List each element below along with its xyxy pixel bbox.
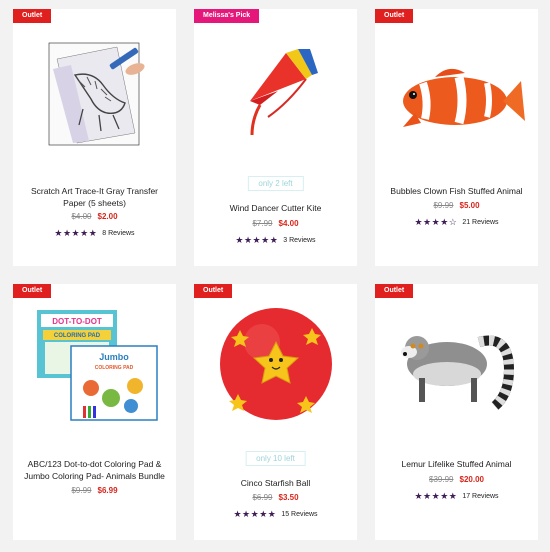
price-row: $6.99 $3.50: [194, 493, 357, 502]
rating-row[interactable]: ★★★★★ 8 Reviews: [13, 228, 176, 239]
product-title[interactable]: Wind Dancer Cutter Kite: [200, 202, 351, 214]
product-card[interactable]: Outlet Lemur Lifelike Stuffed Animal $39…: [375, 284, 538, 540]
product-title[interactable]: Cinco Starfish Ball: [200, 477, 351, 489]
stock-notice: only 10 left: [245, 451, 306, 466]
price-row: $39.99 $20.00: [375, 475, 538, 484]
sale-price: $6.99: [97, 486, 118, 495]
review-count[interactable]: 15 Reviews: [281, 511, 317, 518]
original-price: $4.00: [71, 212, 92, 221]
star-rating: ★★★★★: [233, 509, 277, 519]
sale-price: $20.00: [459, 475, 484, 484]
outlet-badge: Outlet: [375, 9, 414, 23]
product-image[interactable]: [194, 29, 357, 151]
product-card[interactable]: Outlet Scratch Art Trace-It Gray Transfe…: [13, 9, 176, 266]
rating-row[interactable]: ★★★★★ 15 Reviews: [194, 509, 357, 520]
product-title[interactable]: Lemur Lifelike Stuffed Animal: [381, 458, 532, 470]
original-price: $9.99: [71, 486, 92, 495]
product-title[interactable]: Scratch Art Trace-It Gray Transfer Paper…: [19, 185, 170, 209]
price-row: $4.00 $2.00: [13, 212, 176, 221]
stock-notice: only 2 left: [247, 176, 304, 191]
original-price: $39.99: [429, 475, 454, 484]
price-row: $9.99 $6.99: [13, 486, 176, 495]
original-price: $6.99: [252, 493, 273, 502]
star-rating: ★★★★☆: [414, 217, 458, 227]
star-rating: ★★★★★: [414, 491, 458, 501]
product-card[interactable]: Outlet only 10 left Cinco Starfish Ball …: [194, 284, 357, 540]
product-card[interactable]: Outlet Bubbles Clown Fish Stuffed Animal…: [375, 9, 538, 266]
review-count[interactable]: 17 Reviews: [462, 493, 498, 500]
product-card[interactable]: Outlet DOT-TO-DOT COLORING PAD Jumbo COL…: [13, 284, 176, 540]
star-rating: ★★★★★: [235, 235, 279, 245]
sale-price: $5.00: [459, 201, 480, 210]
outlet-badge: Outlet: [13, 9, 52, 23]
rating-row[interactable]: ★★★★★ 17 Reviews: [375, 491, 538, 502]
star-rating: ★★★★★: [54, 228, 98, 238]
outlet-badge: Outlet: [13, 284, 52, 298]
review-count[interactable]: 3 Reviews: [283, 237, 315, 244]
original-price: $9.99: [433, 201, 454, 210]
product-image[interactable]: [375, 302, 538, 424]
product-image[interactable]: [194, 302, 357, 424]
coloring-pad-label: COLORING PAD: [54, 333, 101, 339]
original-price: $7.99: [252, 219, 273, 228]
dot-to-dot-label: DOT-TO-DOT: [52, 317, 102, 326]
review-count[interactable]: 8 Reviews: [102, 230, 134, 237]
sale-price: $3.50: [278, 493, 299, 502]
price-row: $9.99 $5.00: [375, 201, 538, 210]
price-row: $7.99 $4.00: [194, 219, 357, 228]
outlet-badge: Outlet: [375, 284, 414, 298]
product-image[interactable]: [375, 29, 538, 151]
rating-row[interactable]: ★★★★☆ 21 Reviews: [375, 217, 538, 228]
product-title[interactable]: Bubbles Clown Fish Stuffed Animal: [381, 185, 532, 197]
melissas-pick-badge: Melissa's Pick: [194, 9, 260, 23]
review-count[interactable]: 21 Reviews: [462, 219, 498, 226]
rating-row[interactable]: ★★★★★ 3 Reviews: [194, 235, 357, 246]
product-image[interactable]: [13, 29, 176, 151]
outlet-badge: Outlet: [194, 284, 233, 298]
product-card[interactable]: Melissa's Pick only 2 left Wind Dancer C…: [194, 9, 357, 266]
product-image[interactable]: DOT-TO-DOT COLORING PAD Jumbo COLORING P…: [13, 302, 176, 424]
jumbo-coloring-label: COLORING PAD: [95, 365, 134, 371]
product-title[interactable]: ABC/123 Dot-to-dot Coloring Pad & Jumbo …: [19, 458, 170, 482]
sale-price: $4.00: [278, 219, 299, 228]
jumbo-label: Jumbo: [99, 352, 129, 362]
sale-price: $2.00: [97, 212, 118, 221]
